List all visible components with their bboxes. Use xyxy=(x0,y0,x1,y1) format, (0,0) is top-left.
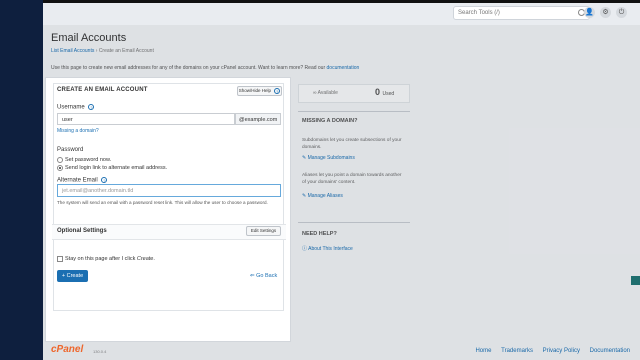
about-interface-link[interactable]: ⓘ About This Interface xyxy=(302,245,353,252)
breadcrumb-current: Create an Email Account xyxy=(98,48,154,54)
go-back-link[interactable]: ⇐ Go Back xyxy=(250,273,277,279)
help-button-label: Show/Hide Help xyxy=(238,88,271,93)
gear-icon[interactable]: ⚙ xyxy=(600,7,611,18)
stay-label-emphasis: Create xyxy=(136,256,154,262)
stat-used-value: 0 xyxy=(375,87,381,97)
stay-label-suffix: . xyxy=(153,256,155,262)
documentation-link[interactable]: documentation xyxy=(327,65,360,71)
domain-select[interactable]: @example.com xyxy=(235,113,281,125)
footer-link-home[interactable]: Home xyxy=(475,348,491,354)
stay-on-page-checkbox[interactable] xyxy=(57,256,63,262)
floating-action-button[interactable] xyxy=(631,276,640,285)
need-help-heading: NEED HELP? xyxy=(302,231,337,237)
divider xyxy=(298,222,410,223)
subdomains-text: Subdomains let you create subsections of… xyxy=(302,138,402,150)
username-input[interactable]: user xyxy=(57,113,235,125)
search-tools-input[interactable]: Search Tools (/) xyxy=(453,6,590,20)
cpanel-logo[interactable]: cPanel xyxy=(51,344,83,355)
create-button[interactable]: + Create xyxy=(57,270,88,282)
breadcrumb-list-link[interactable]: List Email Accounts xyxy=(51,48,94,54)
radio-send-link[interactable] xyxy=(57,165,63,171)
optional-settings-label: Optional Settings xyxy=(57,228,107,234)
info-icon[interactable]: ? xyxy=(88,104,95,110)
password-label: Password xyxy=(57,147,84,153)
stat-used-label: Used xyxy=(382,91,395,97)
manage-aliases-link[interactable]: ✎ Manage Aliases xyxy=(302,193,343,199)
intro-text: Use this page to create new email addres… xyxy=(51,65,359,71)
help-note: The system will send an email with a pas… xyxy=(57,200,268,205)
power-icon[interactable]: ⏻ xyxy=(616,7,627,18)
show-hide-help-button[interactable]: Show/Hide Help ? xyxy=(237,86,282,96)
left-sidebar xyxy=(0,0,43,360)
breadcrumb-separator: › xyxy=(95,48,98,54)
stay-label-prefix: Stay on this page after I click xyxy=(65,256,136,262)
radio-send-link-label[interactable]: Send login link to alternate email addre… xyxy=(65,165,167,171)
form-title: CREATE AN EMAIL ACCOUNT xyxy=(57,87,148,93)
intro-body: Use this page to create new email addres… xyxy=(51,65,326,71)
footer-link-privacy[interactable]: Privacy Policy xyxy=(543,348,580,354)
alternate-email-label-text: Alternate Email xyxy=(57,177,98,184)
version-label: 130.0.4 xyxy=(93,349,107,354)
search-placeholder: Search Tools (/) xyxy=(458,10,500,16)
edit-settings-label: Edit Settings xyxy=(250,228,277,233)
stat-used: 0 Used xyxy=(375,87,394,97)
edit-settings-button[interactable]: Edit Settings xyxy=(246,226,281,236)
user-icon[interactable]: 👤 xyxy=(584,7,595,18)
stat-available: ∞ Available xyxy=(313,90,338,96)
alternate-email-label: Alternate Email ? xyxy=(57,177,108,184)
help-icon: ? xyxy=(274,87,281,94)
info-icon[interactable]: ? xyxy=(101,177,108,183)
footer-link-documentation[interactable]: Documentation xyxy=(590,348,630,354)
missing-domain-heading: MISSING A DOMAIN? xyxy=(302,118,358,124)
breadcrumb: List Email Accounts › Create an Email Ac… xyxy=(51,48,154,54)
alternate-email-input[interactable]: jet.email@another.domain.tld xyxy=(57,184,281,197)
footer-link-trademarks[interactable]: Trademarks xyxy=(501,348,533,354)
manage-subdomains-link[interactable]: ✎ Manage Subdomains xyxy=(302,155,355,161)
username-label: Username ? xyxy=(57,104,95,111)
footer-links: Home Trademarks Privacy Policy Documenta… xyxy=(467,348,630,354)
username-label-text: Username xyxy=(57,104,85,111)
page-title: Email Accounts xyxy=(51,32,127,44)
missing-domain-link[interactable]: Missing a domain? xyxy=(57,128,99,134)
radio-set-password[interactable] xyxy=(57,157,63,163)
aliases-text: Aliases let you point a domain towards a… xyxy=(302,173,402,185)
stay-on-page-label[interactable]: Stay on this page after I click Create. xyxy=(65,256,155,262)
radio-set-password-label[interactable]: Set password now. xyxy=(65,157,111,163)
divider xyxy=(298,111,410,112)
